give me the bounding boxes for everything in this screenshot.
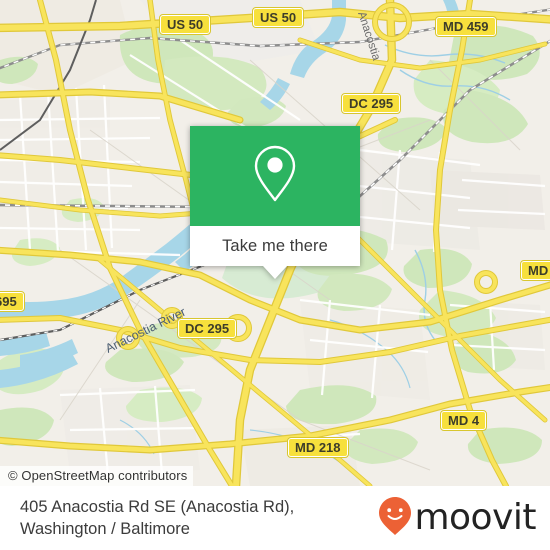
popup-pointer-tail <box>263 266 287 279</box>
address-caption: 405 Anacostia Rd SE (Anacostia Rd), Wash… <box>20 498 295 538</box>
shield-label: US 50 <box>158 14 212 35</box>
shield-label: MD 3 <box>519 260 550 281</box>
highway-shield-md4[interactable]: MD 4 <box>439 410 488 431</box>
location-popup-card[interactable]: Take me there <box>190 126 360 279</box>
map-pin-icon <box>252 143 298 210</box>
highway-shield-md3[interactable]: MD 3 <box>519 260 550 281</box>
highway-shield-md459[interactable]: MD 459 <box>435 16 497 37</box>
shield-label: DC 295 <box>176 318 238 339</box>
map-screenshot: Anacostia River Anacostia US 50 US 50 MD… <box>0 0 550 550</box>
shield-label: DC 295 <box>340 93 402 114</box>
take-me-there-label: Take me there <box>222 236 328 255</box>
osm-attribution[interactable]: © OpenStreetMap contributors <box>0 466 194 486</box>
map-canvas[interactable]: Anacostia River Anacostia US 50 US 50 MD… <box>0 0 550 486</box>
highway-shield-md218[interactable]: MD 218 <box>287 437 349 458</box>
highway-shield-dc295-bottom[interactable]: DC 295 <box>176 318 238 339</box>
shield-label: MD 4 <box>439 410 488 431</box>
popup-header <box>190 126 360 226</box>
moovit-wordmark: moovit <box>414 497 536 538</box>
popup-action-row[interactable]: Take me there <box>190 226 360 266</box>
footer-bar: 405 Anacostia Rd SE (Anacostia Rd), Wash… <box>0 486 550 550</box>
shield-label: 695 <box>0 291 25 312</box>
moovit-logo[interactable]: moovit <box>378 496 536 541</box>
shield-label: MD 218 <box>287 437 349 458</box>
moovit-pin-smile-icon <box>378 496 412 541</box>
highway-shield-us50-left[interactable]: US 50 <box>158 14 212 35</box>
highway-shield-695[interactable]: 695 <box>0 291 25 312</box>
highway-shield-us50-right[interactable]: US 50 <box>251 7 305 28</box>
highway-shield-dc295-top[interactable]: DC 295 <box>340 93 402 114</box>
shield-label: US 50 <box>251 7 305 28</box>
shield-label: MD 459 <box>435 16 497 37</box>
